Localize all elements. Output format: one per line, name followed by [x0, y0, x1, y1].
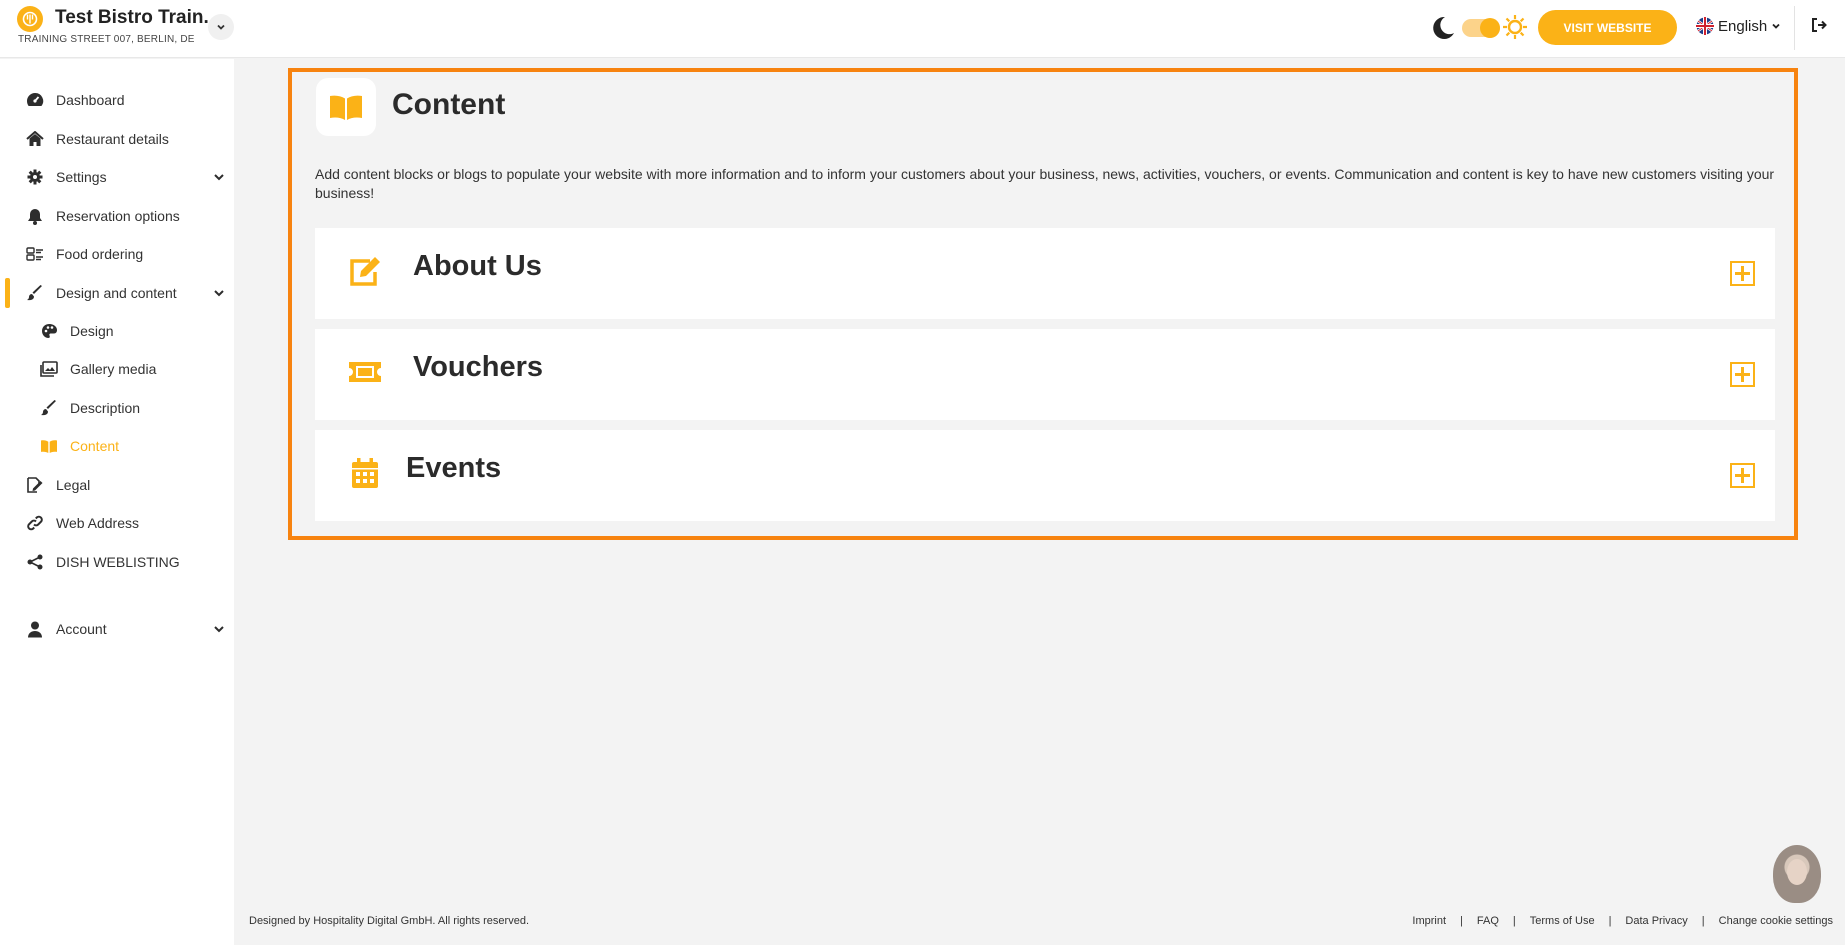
book-icon — [316, 78, 376, 136]
sidebar-item-label: Description — [70, 400, 141, 416]
sidebar-item-label: Design and content — [56, 285, 177, 301]
palette-icon — [40, 322, 58, 340]
expand-plus-icon[interactable] — [1730, 362, 1755, 387]
sidebar-item-label: Legal — [56, 477, 91, 493]
footer-link-terms[interactable]: Terms of Use — [1530, 915, 1595, 927]
sidebar-item-content[interactable]: Content — [0, 429, 234, 463]
sun-icon — [1503, 15, 1527, 39]
edit-icon — [347, 254, 383, 288]
section-events[interactable]: Events — [315, 430, 1775, 521]
support-chat-avatar[interactable] — [1773, 845, 1821, 903]
book-icon — [40, 437, 58, 455]
ticket-icon — [347, 355, 383, 389]
footer-link-faq[interactable]: FAQ — [1477, 915, 1499, 927]
chevron-down-icon — [214, 626, 224, 633]
gear-icon — [26, 168, 44, 186]
visit-website-button[interactable]: VISIT WEBSITE — [1538, 10, 1677, 45]
sidebar-item-design[interactable]: Design — [0, 314, 234, 348]
sidebar-item-label: DISH WEBLISTING — [56, 554, 180, 570]
sidebar-item-label: Account — [56, 621, 107, 637]
footer-links: Imprint | FAQ | Terms of Use | Data Priv… — [1412, 915, 1833, 927]
sidebar-item-label: Design — [70, 323, 114, 339]
sidebar-item-settings[interactable]: Settings — [0, 160, 234, 194]
sidebar-item-dish-weblisting[interactable]: DISH WEBLISTING — [0, 545, 234, 579]
footer-separator: | — [1460, 915, 1463, 927]
brush-icon — [26, 284, 44, 302]
footer-copyright: Designed by Hospitality Digital GmbH. Al… — [249, 915, 530, 927]
sidebar-item-label: Restaurant details — [56, 131, 169, 147]
uk-flag-icon — [1696, 17, 1714, 35]
footer-link-cookie-settings[interactable]: Change cookie settings — [1719, 915, 1833, 927]
header-divider — [1794, 6, 1795, 50]
chevron-down-icon — [1772, 23, 1780, 29]
user-icon — [26, 620, 44, 638]
link-icon — [26, 514, 44, 532]
expand-plus-icon[interactable] — [1730, 261, 1755, 286]
top-bar: Test Bistro Train.. TRAINING STREET 007,… — [0, 0, 1845, 58]
home-icon — [26, 130, 44, 148]
sidebar-item-label: Settings — [56, 169, 107, 185]
content-panel: Content Add content blocks or blogs to p… — [288, 68, 1798, 540]
images-icon — [40, 360, 58, 378]
section-title: About Us — [413, 250, 542, 282]
signature-icon — [26, 476, 44, 494]
sidebar-item-dashboard[interactable]: Dashboard — [0, 83, 234, 117]
sidebar-item-web-address[interactable]: Web Address — [0, 506, 234, 540]
section-title: Events — [406, 452, 502, 484]
restaurant-switcher-button[interactable] — [208, 14, 234, 40]
restaurant-name: Test Bistro Train.. — [55, 7, 215, 28]
sidebar-item-restaurant-details[interactable]: Restaurant details — [0, 122, 234, 156]
page-title: Content — [392, 88, 506, 121]
section-about-us[interactable]: About Us — [315, 228, 1775, 319]
bell-icon — [26, 207, 44, 225]
restaurant-address: TRAINING STREET 007, BERLIN, DE — [18, 34, 195, 45]
chevron-down-icon — [214, 174, 224, 181]
theme-toggle[interactable] — [1462, 18, 1500, 38]
brush-icon — [40, 399, 58, 417]
footer-separator: | — [1701, 915, 1705, 927]
share-icon — [26, 553, 44, 571]
footer-link-data-privacy[interactable]: Data Privacy — [1625, 915, 1687, 927]
dashboard-icon — [26, 91, 44, 109]
calendar-icon — [347, 456, 383, 490]
sidebar-item-description[interactable]: Description — [0, 391, 234, 425]
chevron-down-icon — [217, 24, 225, 30]
sidebar-item-legal[interactable]: Legal — [0, 468, 234, 502]
chevron-down-icon — [214, 290, 224, 297]
moon-icon — [1433, 16, 1454, 39]
restaurant-logo-icon — [17, 6, 43, 32]
language-selector[interactable]: English — [1696, 17, 1781, 35]
sidebar-item-label: Gallery media — [70, 361, 157, 377]
expand-plus-icon[interactable] — [1730, 463, 1755, 488]
footer-separator: | — [1608, 915, 1612, 927]
section-title: Vouchers — [413, 351, 544, 383]
sidebar: Dashboard Restaurant details Settings Re… — [0, 59, 234, 945]
sidebar-item-design-and-content[interactable]: Design and content — [0, 276, 234, 310]
sidebar-item-account[interactable]: Account — [0, 612, 234, 646]
sidebar-item-label: Reservation options — [56, 208, 180, 224]
sidebar-item-label: Dashboard — [56, 92, 125, 108]
sidebar-item-label: Web Address — [56, 515, 140, 531]
sidebar-item-label: Food ordering — [56, 246, 144, 262]
sidebar-item-food-ordering[interactable]: Food ordering — [0, 237, 234, 271]
sidebar-item-gallery-media[interactable]: Gallery media — [0, 352, 234, 386]
food-ordering-icon — [26, 245, 44, 263]
section-vouchers[interactable]: Vouchers — [315, 329, 1775, 420]
page-description: Add content blocks or blogs to populate … — [315, 166, 1775, 201]
logout-icon[interactable] — [1810, 16, 1828, 34]
footer-link-imprint[interactable]: Imprint — [1412, 915, 1446, 927]
sidebar-item-label: Content — [70, 438, 120, 454]
language-label: English — [1718, 17, 1768, 35]
sidebar-item-reservation-options[interactable]: Reservation options — [0, 199, 234, 233]
footer-separator: | — [1512, 915, 1516, 927]
